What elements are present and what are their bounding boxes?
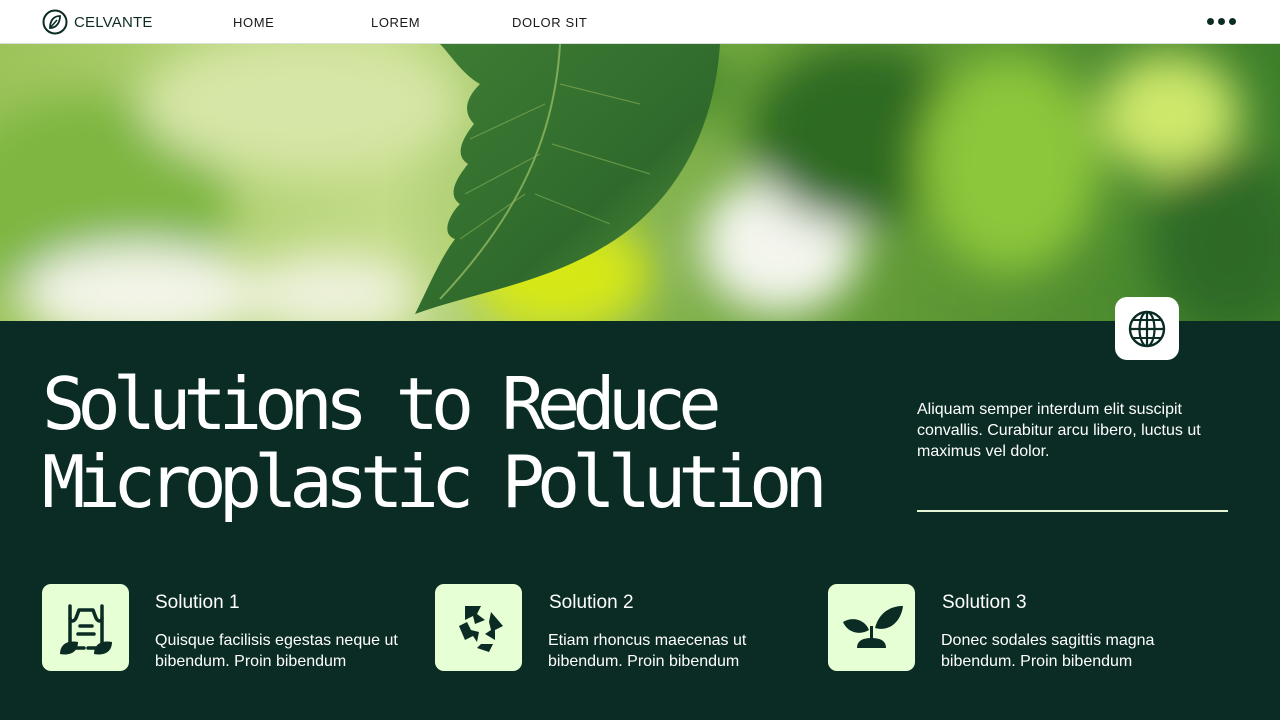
recycle-icon <box>458 605 503 652</box>
nav-link-lorem[interactable]: LOREM <box>371 15 420 30</box>
plastic-bag-icon <box>59 603 112 654</box>
solution-1-icon-box <box>42 584 129 671</box>
leaf-logo-icon <box>42 9 68 35</box>
solution-1-text: Quisque facilisis egestas neque ut biben… <box>155 632 398 670</box>
solution-3-icon-box <box>828 584 915 671</box>
sprout-icon <box>842 605 903 648</box>
nav-link-home[interactable]: HOME <box>233 15 274 30</box>
intro-paragraph: Aliquam semper interdum elit suscipit co… <box>917 401 1201 460</box>
hero-image <box>0 44 1280 321</box>
title-line-2: Microplastic Pollution <box>42 440 828 524</box>
globe-icon <box>1128 310 1166 347</box>
solution-3-text: Donec sodales sagittis magna bibendum. P… <box>941 632 1155 670</box>
solution-2-icon-box <box>435 584 522 671</box>
brand-logo[interactable]: CELVANTE <box>42 9 153 35</box>
solution-2-title: Solution 2 <box>549 592 634 613</box>
page-title: Solutions to Reduce Microplastic Polluti… <box>42 365 902 521</box>
solution-2-text: Etiam rhoncus maecenas ut bibendum. Proi… <box>548 632 747 670</box>
divider-line <box>917 510 1228 512</box>
brand-name: CELVANTE <box>74 13 153 31</box>
solution-1-title: Solution 1 <box>155 592 240 613</box>
title-line-1: Solutions to Reduce <box>42 362 722 446</box>
top-nav: CELVANTE HOME LOREM DOLOR SIT <box>0 0 1280 44</box>
nav-link-dolor-sit[interactable]: DOLOR SIT <box>512 15 587 30</box>
globe-badge[interactable] <box>1115 297 1179 360</box>
solution-3-title: Solution 3 <box>942 592 1027 613</box>
more-dots-icon[interactable] <box>1207 18 1236 25</box>
